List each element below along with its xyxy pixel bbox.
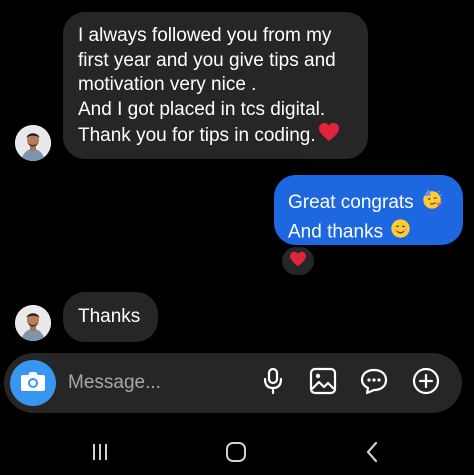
message-input[interactable]: Message... <box>68 372 161 394</box>
camera-button[interactable] <box>10 360 56 406</box>
message-text-line: first year and you give tips and <box>78 49 336 71</box>
partying-face-emoji-icon <box>421 188 443 218</box>
red-heart-reaction-icon <box>289 251 307 272</box>
recent-apps-button[interactable] <box>80 440 120 468</box>
back-button[interactable] <box>352 440 392 468</box>
back-icon <box>365 441 379 468</box>
home-button[interactable] <box>216 440 256 468</box>
message-text-line: I always followed you from my <box>78 25 332 46</box>
sticker-button[interactable] <box>358 367 390 399</box>
message-text-line: Great congrats <box>288 191 414 213</box>
sticker-icon <box>360 367 388 400</box>
message-text-line: And I got placed in tcs digital. <box>78 98 326 120</box>
recent-apps-icon <box>90 442 110 467</box>
home-icon <box>225 441 247 468</box>
message-text-line: Thank you for tips in coding. <box>78 124 316 146</box>
microphone-icon <box>262 367 284 400</box>
message-text-line: Thanks <box>78 306 141 327</box>
message-text-line: And thanks <box>288 220 384 242</box>
add-button[interactable] <box>410 367 442 399</box>
incoming-message-bubble[interactable]: Thanks <box>63 292 158 342</box>
message-reaction[interactable] <box>280 245 316 277</box>
avatar-photo <box>15 125 51 161</box>
microphone-button[interactable] <box>257 367 289 399</box>
message-composer: Message... <box>4 353 462 413</box>
red-heart-emoji-icon <box>318 122 340 150</box>
avatar-photo <box>15 305 51 341</box>
sender-avatar[interactable] <box>15 125 51 161</box>
gallery-icon <box>309 367 337 400</box>
gallery-button[interactable] <box>307 367 339 399</box>
camera-icon <box>20 370 46 397</box>
message-text-line: motivation very nice . <box>78 74 257 95</box>
system-navigation-bar <box>0 432 474 475</box>
sender-avatar[interactable] <box>15 305 51 341</box>
add-icon <box>412 367 440 400</box>
smiling-face-emoji-icon <box>390 218 411 247</box>
outgoing-message-bubble[interactable]: Great congrats And thanks <box>274 175 463 245</box>
incoming-message-bubble[interactable]: I always followed you from my first year… <box>63 12 368 159</box>
